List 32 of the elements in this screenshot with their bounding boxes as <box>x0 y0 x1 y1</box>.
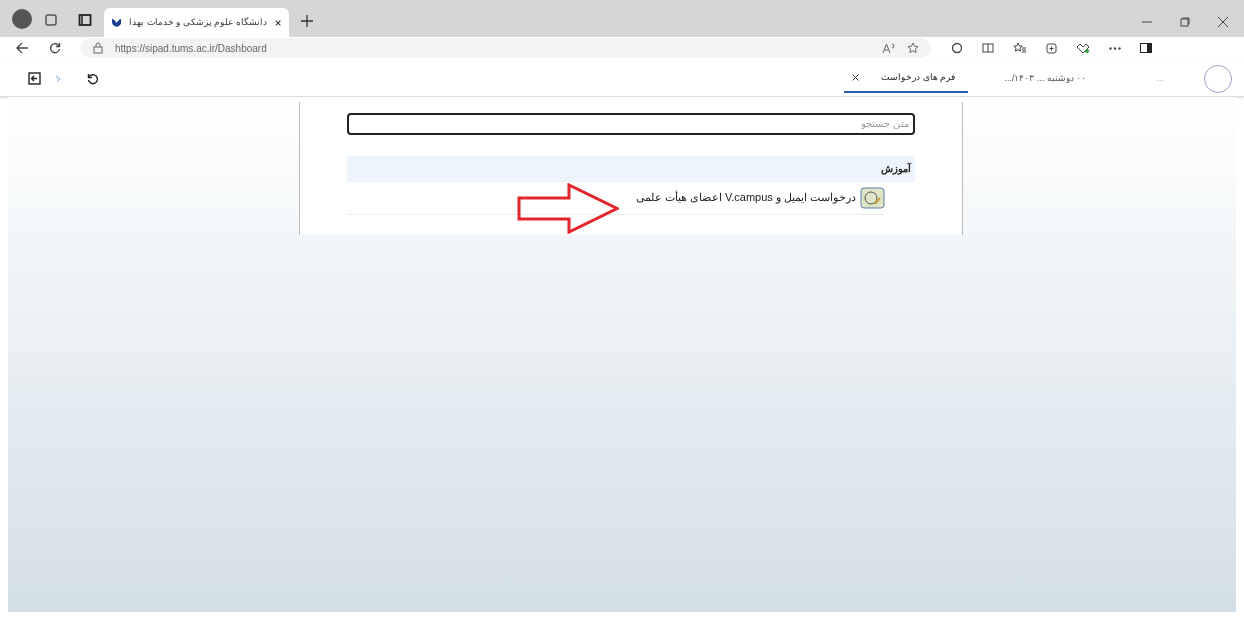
form-link[interactable]: درخواست ایمیل و V.campus اعضای هیأت علمی <box>635 189 856 206</box>
browser-tab[interactable]: دانشگاه علوم پزشکی و خدمات بهدا <box>104 8 289 37</box>
restore-icon[interactable] <box>1180 17 1190 27</box>
university-logo-icon <box>112 17 122 28</box>
close-icon[interactable] <box>1218 17 1228 27</box>
close-icon[interactable] <box>274 18 281 27</box>
user-label: ... <box>1156 71 1164 85</box>
new-tab-icon[interactable] <box>301 15 313 27</box>
workspaces-icon[interactable] <box>44 13 58 27</box>
exit-icon[interactable] <box>28 72 41 85</box>
profile-icon[interactable] <box>12 9 32 29</box>
section-header: آموزش <box>347 155 915 182</box>
back-icon[interactable] <box>16 42 29 54</box>
collections-icon[interactable] <box>1045 42 1057 54</box>
form-icon <box>860 186 885 209</box>
more-icon[interactable] <box>1109 46 1121 50</box>
date-text: ۰۰ دوشنبه ... ۱۴۰۳/... <box>1004 71 1087 85</box>
extension-icon[interactable] <box>951 42 963 54</box>
lock-icon[interactable] <box>93 42 103 54</box>
tab-actions-icon[interactable] <box>78 13 92 27</box>
address-field[interactable]: https://sipad.tums.ac.ir/Dashboard <box>115 40 267 56</box>
star-icon[interactable] <box>907 42 919 54</box>
sidebar-icon[interactable] <box>1140 43 1152 53</box>
favorites-icon[interactable] <box>1013 42 1026 54</box>
form-tab[interactable]: فرم های درخواست <box>844 64 969 93</box>
refresh-icon[interactable] <box>87 72 99 85</box>
performance-icon[interactable] <box>1076 42 1090 54</box>
split-screen-icon[interactable] <box>982 42 994 54</box>
close-icon[interactable] <box>852 74 860 81</box>
refresh-icon[interactable] <box>49 42 61 54</box>
read-aloud-icon[interactable] <box>882 42 895 54</box>
search-field[interactable]: متن جستجو <box>347 112 915 135</box>
